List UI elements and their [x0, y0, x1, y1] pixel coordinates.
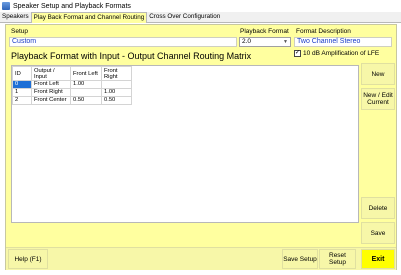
app-icon: [2, 2, 10, 10]
format-description-label: Format Description: [296, 28, 351, 35]
routing-matrix-grid: ID Output / Input Front Left Front Right…: [11, 65, 359, 223]
column-header-front-right[interactable]: Front Right: [101, 66, 132, 81]
tab-content-panel: Setup Custom Playback Format 2.0 ▼ Forma…: [5, 24, 397, 270]
exit-button[interactable]: Exit: [361, 249, 395, 269]
title-bar: Speaker Setup and Playback Formats: [0, 0, 401, 12]
table-cell[interactable]: Front Center: [31, 96, 71, 105]
playback-format-value: 2.0: [242, 38, 252, 45]
window-title: Speaker Setup and Playback Formats: [13, 2, 131, 10]
setup-field[interactable]: Custom: [9, 37, 237, 47]
table-row[interactable]: 0 Front Left 1.00: [12, 80, 132, 89]
routing-matrix-table: ID Output / Input Front Left Front Right…: [12, 66, 132, 105]
table-row[interactable]: 1 Front Right 1.00: [12, 88, 132, 97]
table-cell[interactable]: 0: [12, 80, 32, 89]
table-row[interactable]: 2 Front Center 0.50 0.50: [12, 96, 132, 105]
tab-crossover-configuration[interactable]: Cross Over Configuration: [147, 12, 222, 22]
save-setup-button[interactable]: Save Setup: [282, 249, 318, 269]
chevron-down-icon: ▼: [283, 39, 288, 45]
lfe-checkbox-label: 10 dB Amplification of LFE: [303, 50, 380, 57]
table-cell[interactable]: [70, 88, 102, 97]
delete-button[interactable]: Delete: [361, 197, 395, 219]
tab-playback-format-routing[interactable]: Play Back Format and Channel Routing: [30, 12, 148, 23]
table-cell[interactable]: [101, 80, 132, 89]
table-cell[interactable]: 0.50: [101, 96, 132, 105]
table-cell[interactable]: 2: [12, 96, 32, 105]
new-button[interactable]: New: [361, 63, 395, 85]
help-button[interactable]: Help (F1): [8, 249, 48, 269]
bottom-button-bar: Help (F1) Save Setup Reset Setup Exit: [6, 247, 396, 270]
column-header-id[interactable]: ID: [12, 66, 32, 81]
table-cell[interactable]: 1: [12, 88, 32, 97]
setup-label: Setup: [11, 28, 28, 35]
save-button[interactable]: Save: [361, 222, 395, 244]
column-header-front-left[interactable]: Front Left: [70, 66, 102, 81]
reset-setup-button[interactable]: Reset Setup: [319, 249, 356, 269]
column-header-output-input[interactable]: Output / Input: [31, 66, 71, 81]
table-header-row: ID Output / Input Front Left Front Right: [12, 66, 132, 81]
table-cell[interactable]: 0.50: [70, 96, 102, 105]
table-cell[interactable]: Front Left: [31, 80, 71, 89]
playback-format-select[interactable]: 2.0 ▼: [239, 37, 291, 47]
tab-speakers[interactable]: Speakers: [0, 12, 31, 22]
playback-format-label: Playback Format: [240, 28, 289, 35]
tab-strip: Speakers Play Back Format and Channel Ro…: [0, 12, 401, 23]
checkmark-icon: ✓: [295, 50, 301, 56]
table-cell[interactable]: 1.00: [70, 80, 102, 89]
lfe-checkbox[interactable]: ✓: [294, 50, 301, 57]
format-description-field[interactable]: Two Channel Stereo: [294, 37, 392, 47]
table-cell[interactable]: Front Right: [31, 88, 71, 97]
matrix-title: Playback Format with Input - Output Chan…: [11, 51, 252, 61]
new-edit-current-button[interactable]: New / Edit Current: [361, 88, 395, 110]
table-cell[interactable]: 1.00: [101, 88, 132, 97]
